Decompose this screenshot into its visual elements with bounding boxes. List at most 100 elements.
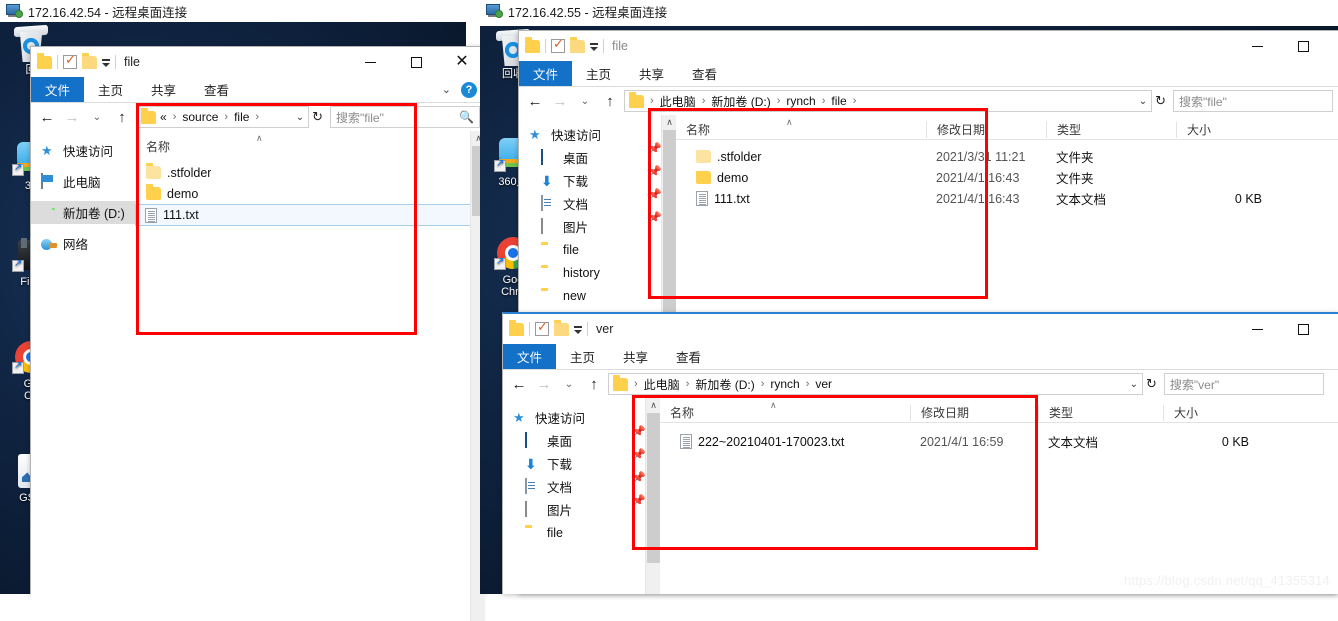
nav-item-history[interactable]: history <box>519 261 647 284</box>
tab-share[interactable]: 共享 <box>137 77 190 102</box>
nav-item-quick-access[interactable]: ★ 快速访问 <box>31 139 136 162</box>
column-header-size[interactable]: 大小 <box>1176 122 1276 138</box>
nav-item-file[interactable]: file <box>519 238 647 261</box>
ribbon-tabs[interactable]: 文件 主页 共享 查看 <box>503 344 1338 370</box>
chevron-down-icon[interactable]: ⌄ <box>442 83 451 96</box>
nav-item-downloads[interactable]: ⬇ 下载 <box>519 169 647 192</box>
nav-item-downloads[interactable]: ⬇ 下载 <box>503 452 631 475</box>
file-list-pane[interactable]: ∧ 名称 修改日期 类型 大小 222~20210401-170023.txt … <box>660 398 1338 594</box>
tab-share[interactable]: 共享 <box>609 344 662 369</box>
column-header-name[interactable]: 名称 <box>660 405 910 421</box>
table-row[interactable]: 222~20210401-170023.txt 2021/4/1 16:59 文… <box>660 431 1338 452</box>
scrollbar-thumb[interactable] <box>663 130 676 320</box>
explorer-window-left-file[interactable]: file ✕ 文件 主页 共享 查看 ⌄ ? ← → ⌄ ↑ « <box>30 46 485 621</box>
refresh-button[interactable]: ↻ <box>1146 376 1157 392</box>
explorer-titlebar[interactable]: file ✕ <box>31 47 485 77</box>
breadcrumb-file[interactable]: file <box>234 110 249 124</box>
nav-item-this-pc[interactable]: 此电脑 <box>31 170 136 193</box>
ribbon-tabs[interactable]: 文件 主页 共享 查看 <box>519 61 1338 87</box>
chevron-down-icon[interactable]: ⌄ <box>1139 96 1147 107</box>
recent-locations-icon[interactable]: ⌄ <box>86 106 108 128</box>
back-button[interactable]: ← <box>508 373 530 395</box>
new-folder-icon[interactable] <box>570 36 585 53</box>
vertical-scrollbar[interactable]: ∧ <box>645 398 660 594</box>
breadcrumb-rynch[interactable]: rynch <box>786 94 815 108</box>
search-input[interactable]: 搜索"file" <box>1173 90 1333 112</box>
minimize-button[interactable] <box>1234 314 1280 344</box>
breadcrumb-volume[interactable]: 新加卷 (D:) <box>695 376 754 393</box>
nav-item-quick-access[interactable]: ★ 快速访问 <box>519 123 647 146</box>
tab-home[interactable]: 主页 <box>84 77 137 102</box>
column-header-modified[interactable]: 修改日期 <box>926 122 1046 138</box>
column-header-type[interactable]: 类型 <box>1038 405 1163 421</box>
address-bar[interactable]: › 此电脑 › 新加卷 (D:) › rynch › ver ⌄ <box>608 373 1143 395</box>
breadcrumb-root[interactable]: « <box>160 110 167 124</box>
new-folder-icon[interactable] <box>82 52 97 69</box>
table-row[interactable]: .stfolder <box>136 162 485 183</box>
up-button[interactable]: ↑ <box>111 106 133 128</box>
quick-access-toolbar[interactable] <box>37 52 116 69</box>
column-header-type[interactable]: 类型 <box>1046 122 1176 138</box>
back-button[interactable]: ← <box>524 90 546 112</box>
chevron-down-icon[interactable] <box>574 325 582 334</box>
maximize-button[interactable] <box>1280 31 1326 61</box>
quick-access-toolbar[interactable] <box>509 319 588 336</box>
close-button[interactable]: ✕ <box>439 47 485 77</box>
minimize-button[interactable] <box>347 47 393 77</box>
table-row[interactable]: 111.txt 2021/4/1 16:43 文本文档 0 KB <box>676 188 1338 209</box>
nav-item-network[interactable]: 网络 <box>31 232 136 255</box>
tab-view[interactable]: 查看 <box>662 344 715 369</box>
tab-file[interactable]: 文件 <box>503 344 557 369</box>
help-icon[interactable]: ? <box>461 81 477 98</box>
explorer-titlebar[interactable]: file <box>519 31 1338 61</box>
properties-icon[interactable] <box>535 319 549 336</box>
column-headers[interactable]: 名称 修改日期 类型 大小 <box>676 115 1338 140</box>
window-controls[interactable] <box>1234 31 1326 61</box>
nav-item-desktop[interactable]: 桌面 <box>503 429 631 452</box>
rdp-titlebar-right[interactable]: 172.16.42.55 - 远程桌面连接 <box>480 0 1338 22</box>
up-button[interactable]: ↑ <box>583 373 605 395</box>
quick-access-toolbar[interactable] <box>525 36 604 53</box>
column-header-modified[interactable]: 修改日期 <box>910 405 1038 421</box>
recent-locations-icon[interactable]: ⌄ <box>558 373 580 395</box>
tab-file[interactable]: 文件 <box>519 61 573 86</box>
nav-item-desktop[interactable]: 桌面 <box>519 146 647 169</box>
navigation-bar[interactable]: ← → ⌄ ↑ › 此电脑 › 新加卷 (D:) › rynch › file … <box>519 87 1338 115</box>
back-button[interactable]: ← <box>36 106 58 128</box>
tab-home[interactable]: 主页 <box>572 61 625 86</box>
nav-item-documents[interactable]: 文档 <box>519 192 647 215</box>
chevron-down-icon[interactable]: ⌄ <box>1130 379 1138 390</box>
refresh-button[interactable]: ↻ <box>312 109 323 125</box>
table-row[interactable]: demo 2021/4/1 16:43 文件夹 <box>676 167 1338 188</box>
explorer-titlebar[interactable]: ver <box>503 314 1338 344</box>
maximize-button[interactable] <box>1280 314 1326 344</box>
scroll-up-button[interactable]: ∧ <box>662 115 677 130</box>
address-bar[interactable]: « › source › file › ⌄ <box>136 106 310 128</box>
table-row[interactable]: 111.txt <box>135 204 485 226</box>
nav-item-file[interactable]: file <box>503 521 631 544</box>
tab-file[interactable]: 文件 <box>31 77 85 102</box>
search-input[interactable]: 搜索"ver" <box>1163 373 1324 395</box>
breadcrumb-ver[interactable]: ver <box>815 377 832 391</box>
tab-view[interactable]: 查看 <box>678 61 731 86</box>
address-bar[interactable]: › 此电脑 › 新加卷 (D:) › rynch › file › ⌄ <box>624 90 1153 112</box>
chevron-down-icon[interactable] <box>102 58 110 67</box>
refresh-button[interactable]: ↻ <box>1155 93 1166 109</box>
breadcrumb-this-pc[interactable]: 此电脑 <box>644 376 680 393</box>
scroll-up-button[interactable]: ∧ <box>646 398 661 413</box>
nav-item-quick-access[interactable]: ★ 快速访问 <box>503 406 631 429</box>
search-input[interactable]: 搜索"file" 🔍 <box>330 106 480 128</box>
recent-locations-icon[interactable]: ⌄ <box>574 90 596 112</box>
column-header-name[interactable]: 名称 <box>136 139 346 155</box>
breadcrumb-file[interactable]: file <box>831 94 846 108</box>
new-folder-icon[interactable] <box>554 319 569 336</box>
column-header-size[interactable]: 大小 <box>1163 405 1263 421</box>
column-headers[interactable]: 名称 修改日期 类型 大小 <box>660 398 1338 423</box>
maximize-button[interactable] <box>393 47 439 77</box>
navigation-pane[interactable]: ★ 快速访问 桌面 ⬇ 下载 文档 图片 <box>503 398 631 594</box>
nav-item-pictures[interactable]: 图片 <box>503 498 631 521</box>
properties-icon[interactable] <box>63 52 77 69</box>
navigation-pane[interactable]: ★ 快速访问 此电脑 新加卷 (D:) 网络 <box>31 131 136 621</box>
breadcrumb-rynch[interactable]: rynch <box>770 377 799 391</box>
navigation-bar[interactable]: ← → ⌄ ↑ › 此电脑 › 新加卷 (D:) › rynch › ver ⌄… <box>503 370 1338 398</box>
